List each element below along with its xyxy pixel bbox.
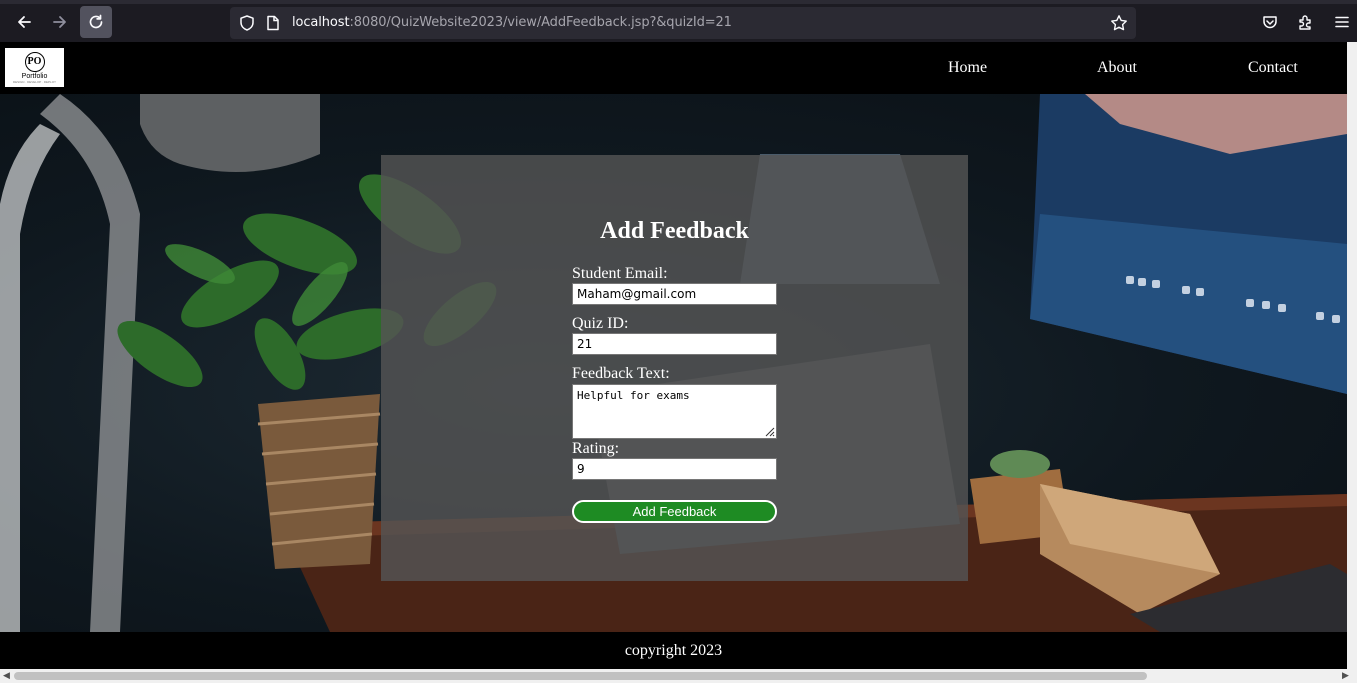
back-button[interactable] bbox=[8, 6, 40, 38]
logo-word: Portfolio bbox=[21, 72, 48, 80]
url-text[interactable]: localhost:8080/QuizWebsite2023/view/AddF… bbox=[292, 15, 732, 30]
quiz-id-label: Quiz ID: bbox=[572, 315, 629, 332]
add-feedback-card: Add Feedback Student Email: Maham@gmail.… bbox=[381, 155, 968, 581]
email-field[interactable]: Maham@gmail.com bbox=[572, 283, 777, 305]
horizontal-scrollbar[interactable]: ◀ ▶ bbox=[0, 669, 1357, 683]
reload-button[interactable] bbox=[80, 6, 112, 38]
email-label: Student Email: bbox=[572, 265, 668, 282]
feedback-text-value: Helpful for exams bbox=[577, 389, 690, 402]
logo-tagline: DESIGN · DEVELOP · DEPLOY bbox=[12, 79, 57, 84]
address-bar[interactable]: localhost:8080/QuizWebsite2023/view/AddF… bbox=[230, 7, 1136, 39]
form-title: Add Feedback bbox=[600, 218, 749, 244]
star-icon[interactable] bbox=[1110, 14, 1128, 32]
scroll-right-icon[interactable]: ▶ bbox=[1342, 671, 1349, 681]
rating-field[interactable]: 9 bbox=[572, 458, 777, 480]
vertical-scrollbar[interactable] bbox=[1347, 42, 1357, 669]
menu-icon bbox=[1335, 16, 1349, 28]
resize-grip-icon[interactable] bbox=[763, 425, 775, 437]
page-icon[interactable] bbox=[264, 14, 282, 32]
site-logo[interactable]: PO Portfolio DESIGN · DEVELOP · DEPLOY bbox=[5, 48, 64, 87]
url-host: localhost bbox=[292, 15, 350, 30]
scroll-left-icon[interactable]: ◀ bbox=[3, 671, 10, 681]
feedback-text-label: Feedback Text: bbox=[572, 365, 670, 382]
quiz-id-field[interactable]: 21 bbox=[572, 333, 777, 355]
forward-button[interactable] bbox=[44, 6, 76, 38]
nav-link-home[interactable]: Home bbox=[948, 59, 987, 77]
nav-link-about[interactable]: About bbox=[1097, 59, 1137, 77]
nav-link-contact[interactable]: Contact bbox=[1248, 59, 1298, 77]
pocket-button[interactable] bbox=[1254, 6, 1286, 38]
extensions-button[interactable] bbox=[1290, 6, 1322, 38]
pocket-icon bbox=[1263, 16, 1277, 29]
back-arrow-icon bbox=[18, 16, 31, 28]
extensions-icon bbox=[1299, 15, 1311, 30]
url-path: :8080/QuizWebsite2023/view/AddFeedback.j… bbox=[349, 15, 732, 30]
horizontal-scroll-thumb[interactable] bbox=[14, 672, 1147, 680]
logo-mark: PO bbox=[24, 51, 45, 72]
browser-toolbar: localhost:8080/QuizWebsite2023/view/AddF… bbox=[0, 4, 1357, 42]
reload-icon bbox=[89, 14, 103, 29]
shield-icon[interactable] bbox=[238, 14, 256, 32]
site-navbar: PO Portfolio DESIGN · DEVELOP · DEPLOY H… bbox=[0, 42, 1347, 94]
site-footer: copyright 2023 bbox=[0, 632, 1347, 669]
add-feedback-button[interactable]: Add Feedback bbox=[572, 500, 777, 523]
web-page: PO Portfolio DESIGN · DEVELOP · DEPLOY H… bbox=[0, 42, 1347, 669]
feedback-text-area[interactable]: Helpful for exams bbox=[572, 384, 777, 439]
app-menu-button[interactable] bbox=[1326, 6, 1357, 38]
forward-arrow-icon bbox=[53, 16, 66, 28]
rating-label: Rating: bbox=[572, 440, 620, 457]
